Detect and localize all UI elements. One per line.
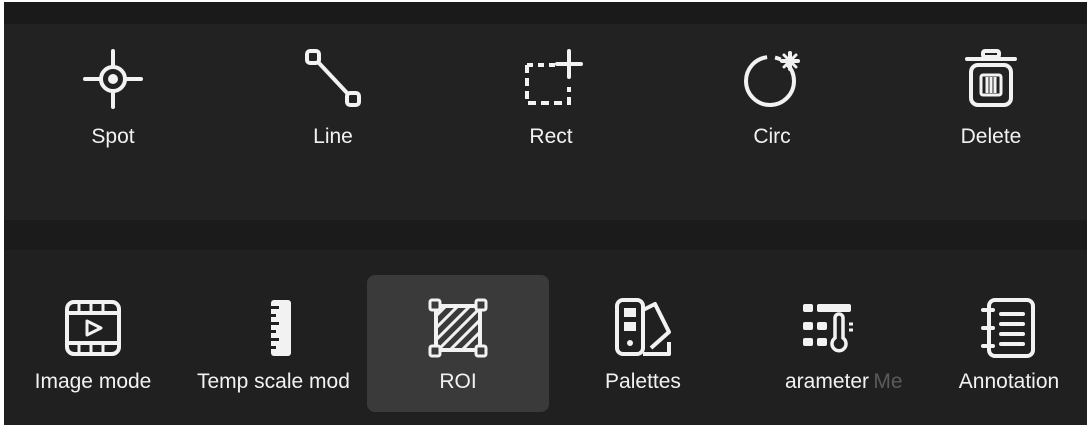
trash-icon	[959, 47, 1023, 111]
film-play-icon	[61, 296, 125, 360]
me-label: Me	[873, 370, 903, 393]
circ-tool-button[interactable]: Circ	[707, 47, 837, 149]
temp-scale-mode-button[interactable]: Temp scale mod	[196, 296, 366, 394]
palette-icon	[611, 296, 675, 360]
line-label: Line	[313, 125, 353, 148]
thermometer-settings-icon	[795, 296, 859, 360]
rect-add-icon	[519, 47, 583, 111]
top-strip	[4, 2, 1087, 24]
palettes-mode-button[interactable]: Palettes	[558, 296, 728, 394]
line-tool-button[interactable]: Line	[268, 47, 398, 149]
roi-mode-button[interactable]: ROI	[373, 296, 543, 394]
roi-icon	[426, 296, 490, 360]
rect-tool-button[interactable]: Rect	[486, 47, 616, 149]
hidden-icon	[868, 296, 908, 360]
notebook-icon	[977, 296, 1041, 360]
crosshair-icon	[81, 47, 145, 111]
toolbar-divider	[4, 220, 1087, 250]
parameter-label: arameter	[784, 370, 870, 393]
annotation-mode-button[interactable]: Annotation	[924, 296, 1091, 394]
me-mode-button[interactable]: Me	[868, 296, 908, 394]
roi-label: ROI	[439, 370, 477, 393]
delete-tool-button[interactable]: Delete	[926, 47, 1056, 149]
rect-label: Rect	[529, 125, 573, 148]
delete-label: Delete	[960, 125, 1022, 148]
image-mode-label: Image mode	[34, 370, 152, 393]
image-mode-button[interactable]: Image mode	[8, 296, 178, 394]
circ-label: Circ	[753, 125, 791, 148]
annotation-label: Annotation	[958, 370, 1060, 393]
spot-label: Spot	[91, 125, 135, 148]
spot-tool-button[interactable]: Spot	[48, 47, 178, 149]
temp-scale-label: Temp scale mod	[197, 370, 350, 393]
line-icon	[301, 47, 365, 111]
palettes-label: Palettes	[605, 370, 681, 393]
circle-add-icon	[740, 47, 804, 111]
ruler-icon	[249, 296, 313, 360]
